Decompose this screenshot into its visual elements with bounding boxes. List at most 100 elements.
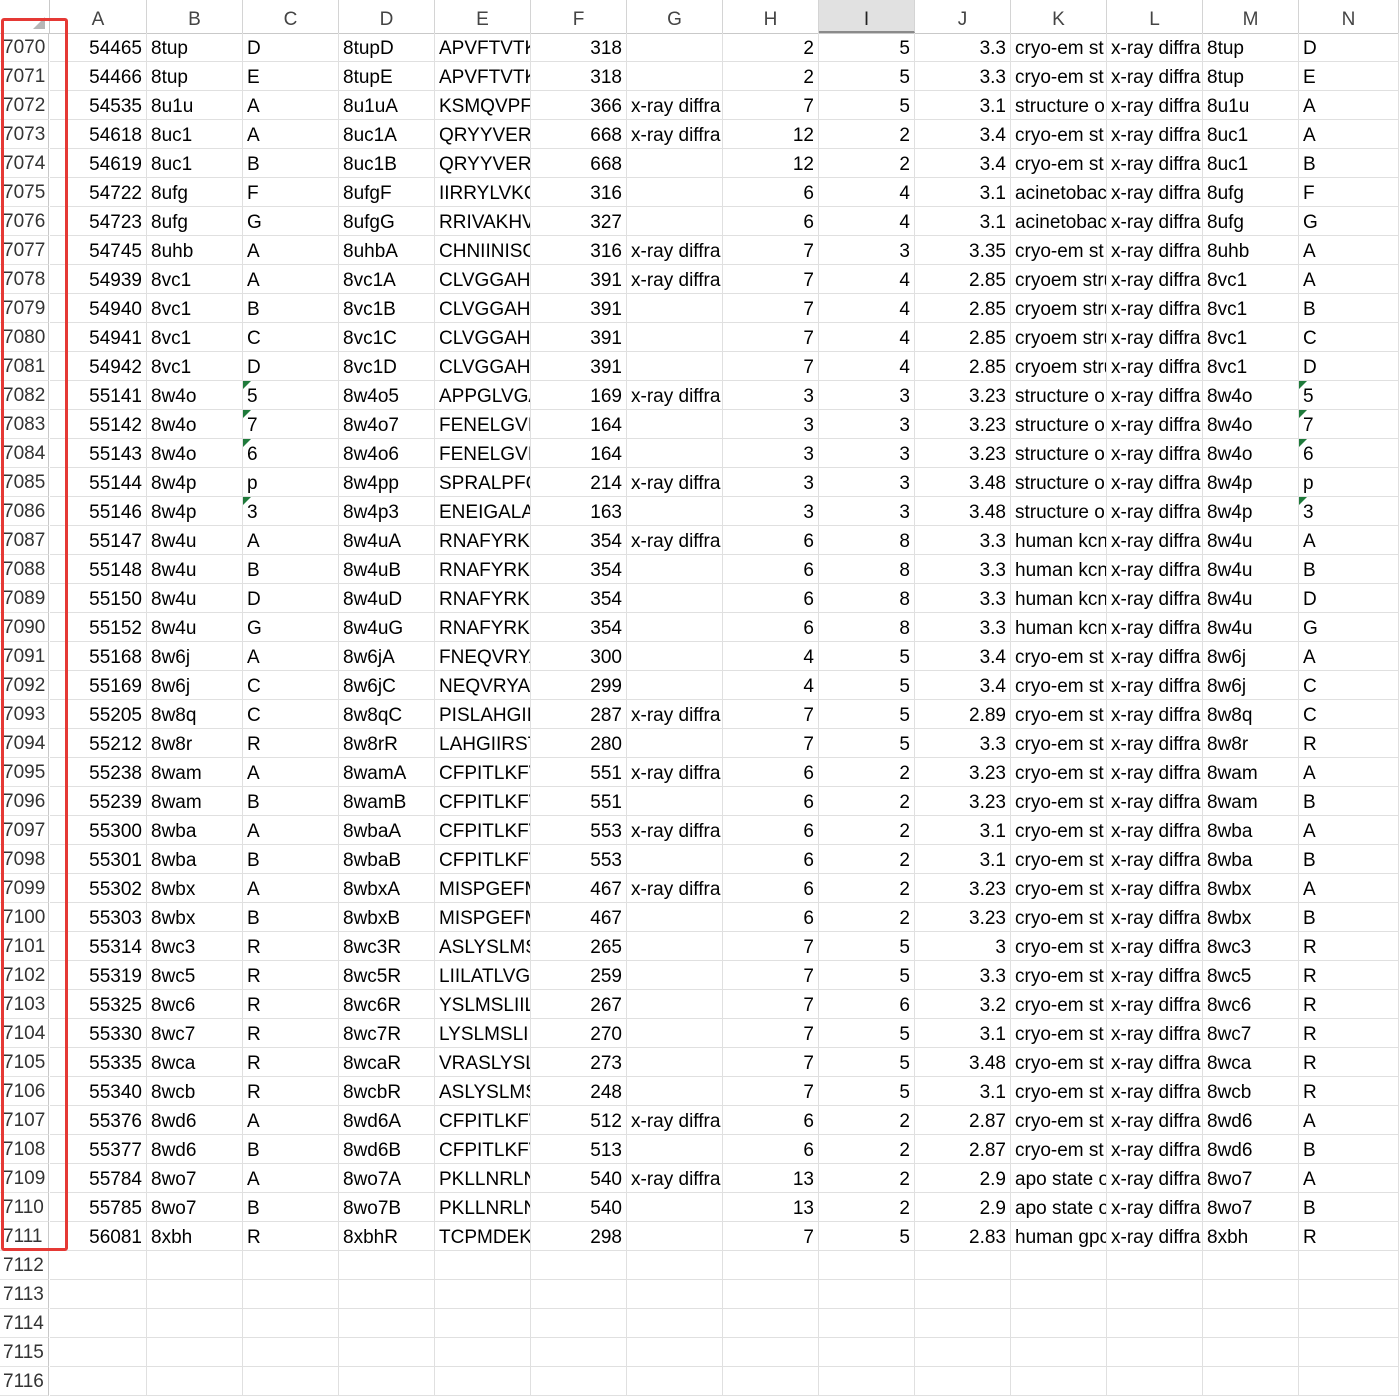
- cell-k[interactable]: cryo-em st: [1011, 671, 1107, 700]
- cell-g[interactable]: [627, 642, 723, 671]
- select-all-corner[interactable]: [0, 0, 50, 33]
- cell-a[interactable]: 55238: [50, 758, 147, 787]
- cell-f[interactable]: 467: [531, 874, 627, 903]
- cell-i[interactable]: 2: [819, 903, 915, 932]
- cell-l[interactable]: x-ray diffra: [1107, 439, 1203, 468]
- cell-j[interactable]: 3.23: [915, 439, 1011, 468]
- cell-j[interactable]: 3.23: [915, 903, 1011, 932]
- row-header[interactable]: 7102: [0, 961, 49, 990]
- cell-n[interactable]: A: [1299, 874, 1399, 903]
- cell-a[interactable]: 55302: [50, 874, 147, 903]
- cell-a[interactable]: 54465: [50, 33, 147, 62]
- cell-b[interactable]: [147, 1367, 243, 1396]
- cell-f[interactable]: 354: [531, 526, 627, 555]
- cell-b[interactable]: 8w6j: [147, 671, 243, 700]
- cell-c[interactable]: B: [243, 149, 339, 178]
- cell-n[interactable]: R: [1299, 990, 1399, 1019]
- cell-b[interactable]: 8w6j: [147, 642, 243, 671]
- cell-d[interactable]: 8vc1D: [339, 352, 435, 381]
- cell-f[interactable]: 287: [531, 700, 627, 729]
- cell-e[interactable]: CLVGGAHA: [435, 352, 531, 381]
- cell-c[interactable]: R: [243, 729, 339, 758]
- cell-d[interactable]: 8xbhR: [339, 1222, 435, 1251]
- number-as-text-indicator-icon[interactable]: [1299, 381, 1307, 389]
- cell-f[interactable]: 354: [531, 555, 627, 584]
- cell-c[interactable]: C: [243, 700, 339, 729]
- number-as-text-indicator-icon[interactable]: [1299, 410, 1307, 418]
- cell-l[interactable]: x-ray diffra: [1107, 1164, 1203, 1193]
- cell-h[interactable]: 3: [723, 497, 819, 526]
- cell-j[interactable]: 3.23: [915, 381, 1011, 410]
- column-header-i[interactable]: I: [819, 0, 915, 33]
- cell-d[interactable]: [339, 1280, 435, 1309]
- cell-j[interactable]: [915, 1251, 1011, 1280]
- row-header[interactable]: 7106: [0, 1077, 49, 1106]
- cell-k[interactable]: cryo-em st: [1011, 700, 1107, 729]
- cell-e[interactable]: MISPGEFM: [435, 874, 531, 903]
- cell-j[interactable]: 3.3: [915, 584, 1011, 613]
- cell-a[interactable]: 55142: [50, 410, 147, 439]
- cell-d[interactable]: 8w4uB: [339, 555, 435, 584]
- cell-a[interactable]: 54619: [50, 149, 147, 178]
- cell-k[interactable]: [1011, 1280, 1107, 1309]
- cell-g[interactable]: x-ray diffra: [627, 265, 723, 294]
- cell-g[interactable]: x-ray diffra: [627, 816, 723, 845]
- cell-e[interactable]: LIILATLVGI: [435, 961, 531, 990]
- cell-m[interactable]: 8w4o: [1203, 381, 1299, 410]
- column-header-h[interactable]: H: [723, 0, 819, 33]
- cell-i[interactable]: [819, 1338, 915, 1367]
- cell-i[interactable]: 4: [819, 294, 915, 323]
- cell-e[interactable]: RNAFYRKL: [435, 526, 531, 555]
- cell-h[interactable]: 7: [723, 265, 819, 294]
- cell-k[interactable]: human kcn: [1011, 555, 1107, 584]
- cell-f[interactable]: 513: [531, 1135, 627, 1164]
- cell-l[interactable]: x-ray diffra: [1107, 1106, 1203, 1135]
- cell-i[interactable]: 2: [819, 149, 915, 178]
- column-header-j[interactable]: J: [915, 0, 1011, 33]
- cell-i[interactable]: 5: [819, 671, 915, 700]
- cell-k[interactable]: cryoem stru: [1011, 323, 1107, 352]
- cell-i[interactable]: [819, 1280, 915, 1309]
- cell-l[interactable]: [1107, 1280, 1203, 1309]
- cell-e[interactable]: FENELGVIA: [435, 439, 531, 468]
- cell-n[interactable]: 5: [1299, 381, 1399, 410]
- cell-n[interactable]: B: [1299, 149, 1399, 178]
- cell-m[interactable]: [1203, 1367, 1299, 1396]
- cell-d[interactable]: 8wo7B: [339, 1193, 435, 1222]
- cell-a[interactable]: 55148: [50, 555, 147, 584]
- cell-g[interactable]: [627, 787, 723, 816]
- cell-k[interactable]: human gpc: [1011, 1222, 1107, 1251]
- cell-k[interactable]: cryo-em st: [1011, 729, 1107, 758]
- cell-a[interactable]: [50, 1309, 147, 1338]
- cell-h[interactable]: 6: [723, 845, 819, 874]
- cell-g[interactable]: [627, 961, 723, 990]
- cell-e[interactable]: SPRALPFGS: [435, 468, 531, 497]
- cell-i[interactable]: 6: [819, 990, 915, 1019]
- cell-e[interactable]: RNAFYRKL: [435, 555, 531, 584]
- cell-l[interactable]: x-ray diffra: [1107, 613, 1203, 642]
- cell-h[interactable]: 7: [723, 932, 819, 961]
- cell-k[interactable]: cryo-em st: [1011, 642, 1107, 671]
- cell-a[interactable]: 54618: [50, 120, 147, 149]
- cell-j[interactable]: 3.2: [915, 990, 1011, 1019]
- cell-c[interactable]: B: [243, 903, 339, 932]
- cell-a[interactable]: 55205: [50, 700, 147, 729]
- cell-n[interactable]: B: [1299, 1193, 1399, 1222]
- cell-n[interactable]: R: [1299, 1048, 1399, 1077]
- cell-n[interactable]: A: [1299, 91, 1399, 120]
- cell-h[interactable]: 7: [723, 323, 819, 352]
- cell-l[interactable]: x-ray diffra: [1107, 207, 1203, 236]
- cell-f[interactable]: 668: [531, 149, 627, 178]
- cell-f[interactable]: 540: [531, 1193, 627, 1222]
- cell-i[interactable]: 5: [819, 1077, 915, 1106]
- row-header[interactable]: 7087: [0, 526, 49, 555]
- cell-h[interactable]: 6: [723, 874, 819, 903]
- row-header[interactable]: 7091: [0, 642, 49, 671]
- cell-l[interactable]: x-ray diffra: [1107, 149, 1203, 178]
- cell-j[interactable]: 3.3: [915, 613, 1011, 642]
- cell-g[interactable]: [627, 410, 723, 439]
- cell-i[interactable]: 5: [819, 62, 915, 91]
- cell-n[interactable]: F: [1299, 178, 1399, 207]
- cell-h[interactable]: 3: [723, 381, 819, 410]
- cell-k[interactable]: cryoem stru: [1011, 352, 1107, 381]
